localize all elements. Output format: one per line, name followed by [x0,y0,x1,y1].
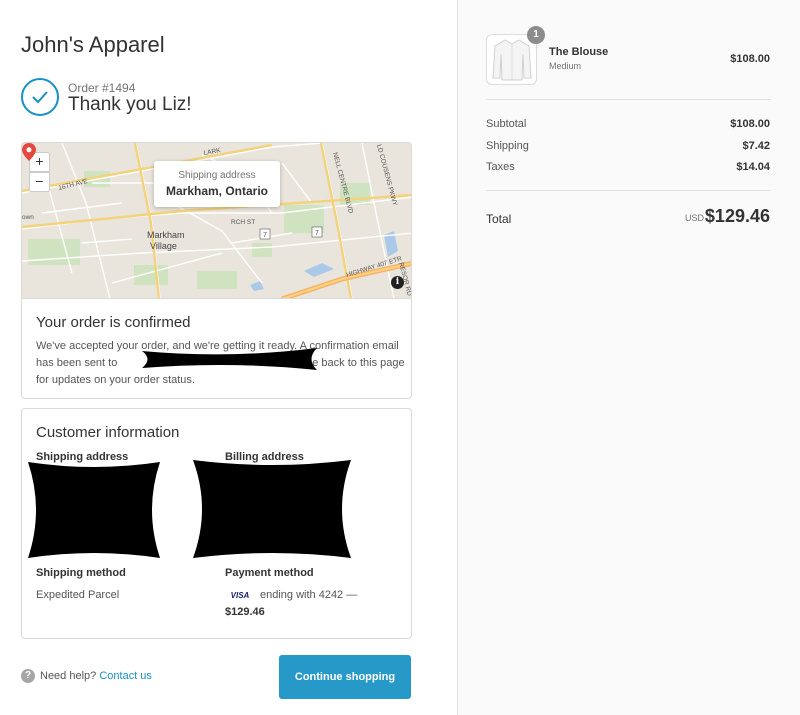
payment-method-heading: Payment method [225,567,314,579]
customer-info-card: Customer information Shipping address Bi… [21,408,412,639]
help-text: Need help? Contact us [40,670,152,682]
svg-text:Village: Village [150,241,177,251]
product-variant: Medium [549,61,582,71]
shipping-method-value: Expedited Parcel [36,589,120,601]
subtotal-label: Subtotal [486,118,527,130]
shipping-label: Shipping [486,140,529,152]
product-name: The Blouse [549,46,609,58]
svg-text:own: own [22,214,34,221]
total-value: $129.46 [704,206,770,226]
payment-amount: $129.46 [225,606,265,618]
shop-name: John's Apparel [21,32,165,57]
redacted-shipping-address [28,462,160,558]
divider [486,190,771,191]
map-pin-icon [22,143,36,161]
main-content: John's Apparel Order #1494 Thank you Liz… [0,0,457,715]
svg-text:Markham: Markham [147,230,185,240]
continue-shopping-button[interactable]: Continue shopping [279,655,411,699]
order-number: Order #1494 [68,81,136,95]
shipping-value: $7.42 [742,140,770,152]
popup-label: Shipping address [178,170,256,181]
contact-us-link[interactable]: Contact us [99,670,152,682]
visa-card-icon: VISA [230,591,250,600]
redacted-billing-address [193,460,351,558]
redacted-email [142,348,317,370]
checkmark-icon [21,78,59,116]
help-icon: ? [21,669,35,683]
blouse-image [492,39,532,81]
card-ending-text: ending with 4242 — [260,589,358,601]
total-label: Total [486,212,512,226]
svg-text:7: 7 [315,230,319,237]
thank-you-heading: Thank you Liz! [68,94,192,115]
shipping-map[interactable]: 16TH AVE LARK NELL CENTRE BLVD LD COUSEN… [22,143,411,299]
subtotal-value: $108.00 [730,118,770,130]
total-currency: USD [684,213,704,223]
product-price: $108.00 [730,53,770,65]
quantity-badge: 1 [527,26,545,44]
taxes-value: $14.04 [736,161,770,173]
svg-text:7: 7 [263,232,267,239]
taxes-label: Taxes [486,161,515,173]
divider [486,99,771,100]
map-address-popup: Shipping address Markham, Ontario [154,161,280,207]
shipping-method-heading: Shipping method [36,567,126,579]
customer-info-title: Customer information [36,424,180,441]
map-info-icon[interactable]: i [391,276,404,289]
order-status-card: 16TH AVE LARK NELL CENTRE BLVD LD COUSEN… [21,142,412,399]
svg-text:RCH ST: RCH ST [231,219,255,226]
map-zoom-out-button[interactable]: − [29,172,50,192]
order-summary-sidebar: 1 The Blouse Medium $108.00 Subtotal $10… [457,0,800,715]
confirmation-title: Your order is confirmed [36,314,191,331]
need-help-label: Need help? [40,670,97,682]
popup-city: Markham, Ontario [165,184,269,198]
